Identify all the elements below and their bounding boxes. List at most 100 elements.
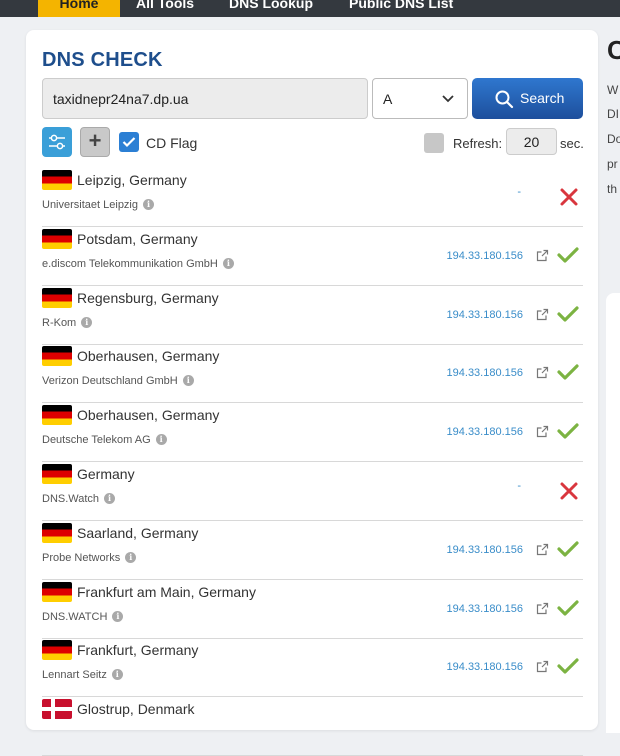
page-title: DNS CHECK: [42, 49, 163, 71]
record-type-value: A: [383, 91, 393, 107]
provider-name: DNS.Watch: [42, 493, 100, 505]
ip-address-link[interactable]: 194.33.180.156: [447, 367, 523, 379]
info-icon[interactable]: i: [182, 375, 194, 387]
germany-flag-icon: [42, 228, 72, 249]
external-link-icon[interactable]: [536, 543, 549, 561]
ip-address-link[interactable]: 194.33.180.156: [447, 309, 523, 321]
side-text-line: th: [607, 182, 618, 196]
provider-name: e.discom Telekommunikation GmbH: [42, 257, 218, 270]
result-row: Frankfurt, Germany Lennart Seitz i 194.33.1…: [42, 638, 583, 698]
server-location: Germany: [77, 466, 135, 482]
record-type-select[interactable]: A: [372, 78, 468, 119]
check-icon: [557, 599, 579, 622]
result-row: Saarland, Germany Probe Networks i 194.33.1…: [42, 521, 583, 580]
check-icon: [557, 422, 579, 445]
check-icon: [122, 137, 136, 148]
ip-address-link[interactable]: 194.33.180.156: [447, 426, 523, 438]
external-link-icon[interactable]: [536, 425, 549, 443]
refresh-interval-input[interactable]: [506, 128, 557, 155]
refresh-checkbox[interactable]: [424, 133, 444, 153]
refresh-label: Refresh:: [453, 136, 503, 151]
denmark-flag-icon: [42, 699, 72, 720]
external-link-icon[interactable]: [536, 660, 549, 678]
check-icon: [557, 305, 579, 328]
germany-flag-icon: [42, 405, 72, 426]
cross-icon: [559, 481, 579, 506]
info-icon[interactable]: i: [155, 434, 167, 446]
germany-flag-icon: [42, 346, 72, 367]
server-provider: e.discom Telekommunikation GmbH i: [42, 257, 234, 270]
server-location: Oberhausen, Germany: [77, 407, 220, 424]
external-link-icon[interactable]: [536, 366, 549, 384]
info-icon[interactable]: i: [104, 493, 116, 504]
cross-icon: [559, 187, 579, 212]
germany-flag-icon: [42, 522, 72, 543]
germany-flag-icon: [42, 287, 72, 308]
nav-home[interactable]: Home: [38, 0, 120, 17]
external-link-icon[interactable]: [536, 308, 549, 326]
server-location: Saarland, Germany: [77, 524, 199, 541]
germany-flag-icon: [42, 170, 72, 190]
ip-address: -: [517, 186, 521, 198]
ip-address-link[interactable]: 194.33.180.156: [447, 544, 523, 556]
server-provider: Probe Networks i: [42, 551, 137, 564]
ip-address-link[interactable]: 194.33.180.156: [447, 661, 523, 673]
result-row: Germany DNS.Watch i -: [42, 462, 583, 521]
info-icon[interactable]: i: [111, 669, 123, 681]
settings-button[interactable]: [42, 127, 72, 157]
info-icon[interactable]: i: [112, 610, 124, 622]
provider-name: Deutsche Telekom AG: [42, 434, 151, 447]
ip-address-link[interactable]: 194.33.180.156: [447, 250, 523, 262]
germany-flag-icon: [42, 464, 72, 484]
server-location: Leipzig, Germany: [77, 172, 187, 188]
side-text-line: Do: [607, 132, 620, 146]
dns-check-card: DNS CHECK A Search + CD Flag Refresh: se…: [26, 30, 598, 756]
result-row: Leipzig, Germany Universitaet Leipzig i -: [42, 168, 583, 227]
server-location: Potsdam, Germany: [77, 230, 198, 247]
result-row: Oberhausen, Germany Verizon Deutschland G…: [42, 344, 583, 404]
provider-name: DNS.WATCH: [42, 610, 108, 623]
server-provider: Lennart Seitz i: [42, 669, 123, 681]
info-icon[interactable]: i: [125, 551, 137, 563]
add-server-button[interactable]: +: [80, 127, 110, 157]
provider-name: R-Kom: [42, 316, 77, 329]
search-button-label: Search: [520, 90, 565, 106]
check-icon: [557, 540, 579, 563]
sliders-icon: [49, 134, 65, 150]
nav-public-dns-list[interactable]: Public DNS List: [349, 0, 453, 17]
side-heading: C: [607, 35, 620, 65]
server-provider: DNS.Watch i: [42, 493, 116, 505]
check-icon: [557, 657, 579, 680]
external-link-icon[interactable]: [536, 602, 549, 620]
server-location: Frankfurt am Main, Germany: [77, 583, 256, 600]
chevron-down-icon: [441, 91, 455, 110]
provider-name: Verizon Deutschland GmbH: [42, 375, 178, 388]
server-location: Glostrup, Denmark: [77, 701, 195, 718]
cd-flag-label: CD Flag: [146, 135, 198, 151]
info-icon[interactable]: i: [222, 257, 234, 269]
nav-dns-lookup[interactable]: DNS Lookup: [229, 0, 313, 17]
germany-flag-icon: [42, 581, 72, 602]
server-provider: Verizon Deutschland GmbH i: [42, 375, 194, 387]
provider-name: Universitaet Leipzig: [42, 199, 138, 211]
info-icon[interactable]: i: [81, 316, 93, 328]
ip-address-link[interactable]: 194.33.180.156: [447, 603, 523, 615]
cd-flag-checkbox[interactable]: [119, 132, 139, 152]
check-icon: [557, 363, 579, 386]
top-navigation: Home All Tools DNS Lookup Public DNS Lis…: [0, 0, 620, 17]
external-link-icon[interactable]: [536, 249, 549, 267]
domain-input[interactable]: [42, 78, 368, 119]
side-text-line: pr: [607, 157, 618, 171]
side-card: [606, 293, 620, 733]
nav-all-tools[interactable]: All Tools: [136, 0, 194, 17]
result-row: Potsdam, Germany e.discom Telekommunikati…: [42, 227, 583, 286]
server-location: Regensburg, Germany: [77, 289, 219, 306]
info-icon[interactable]: i: [143, 199, 154, 210]
search-button[interactable]: Search: [472, 78, 583, 119]
result-row: Glostrup, Denmark: [42, 697, 583, 756]
server-location: Oberhausen, Germany: [77, 348, 220, 365]
ip-address: -: [517, 480, 521, 492]
server-provider: R-Kom i: [42, 316, 93, 329]
provider-name: Lennart Seitz: [42, 669, 107, 682]
result-row: Regensburg, Germany R-Kom i 194.33.180.156: [42, 286, 583, 345]
